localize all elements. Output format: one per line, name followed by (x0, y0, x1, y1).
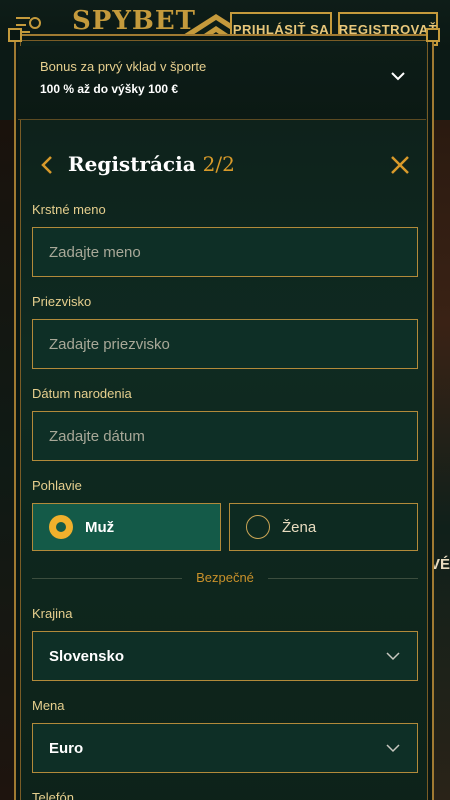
corner-ornament (426, 28, 440, 42)
corner-ornament (8, 28, 22, 42)
chevron-down-icon (386, 744, 400, 753)
first-name-label: Krstné meno (32, 202, 106, 217)
bonus-amount: 100 % až do výšky 100 € (40, 82, 179, 96)
birth-date-input[interactable] (49, 427, 417, 445)
bonus-accordion[interactable]: Bonus za prvý vklad v športe 100 % až do… (18, 46, 426, 120)
back-arrow-icon[interactable] (38, 154, 56, 176)
page-title: Registrácia 2/2 (68, 152, 235, 176)
secure-divider: Bezpečné (32, 570, 418, 586)
close-icon[interactable] (388, 153, 412, 177)
bonus-title: Bonus za prvý vklad v športe (40, 59, 207, 74)
currency-label: Mena (32, 698, 65, 713)
birth-date-label: Dátum narodenia (32, 386, 132, 401)
country-select[interactable]: Slovensko (32, 631, 418, 681)
gender-option-female[interactable]: Žena (229, 503, 418, 551)
chevron-down-icon (386, 652, 400, 661)
first-name-input[interactable] (49, 243, 417, 261)
phone-label: Telefón (32, 790, 74, 800)
gender-option-male[interactable]: Muž (32, 503, 221, 551)
birth-date-field[interactable] (32, 411, 418, 461)
step-indicator: 2/2 (202, 152, 235, 176)
divider-line (268, 578, 418, 579)
gender-option-label: Žena (282, 518, 317, 536)
radio-selected-icon (49, 515, 73, 539)
currency-select[interactable]: Euro (32, 723, 418, 773)
form-header: Registrácia 2/2 (18, 140, 426, 190)
gender-label: Pohlavie (32, 478, 82, 493)
last-name-field[interactable] (32, 319, 418, 369)
title-text: Registrácia (68, 152, 196, 176)
last-name-input[interactable] (49, 335, 417, 353)
chevron-down-icon[interactable] (390, 70, 406, 82)
radio-unselected-icon (246, 515, 270, 539)
country-value: Slovensko (49, 647, 125, 665)
country-label: Krajina (32, 606, 73, 621)
first-name-field[interactable] (32, 227, 418, 277)
gender-option-label: Muž (85, 518, 115, 536)
currency-value: Euro (49, 739, 84, 757)
last-name-label: Priezvisko (32, 294, 92, 309)
